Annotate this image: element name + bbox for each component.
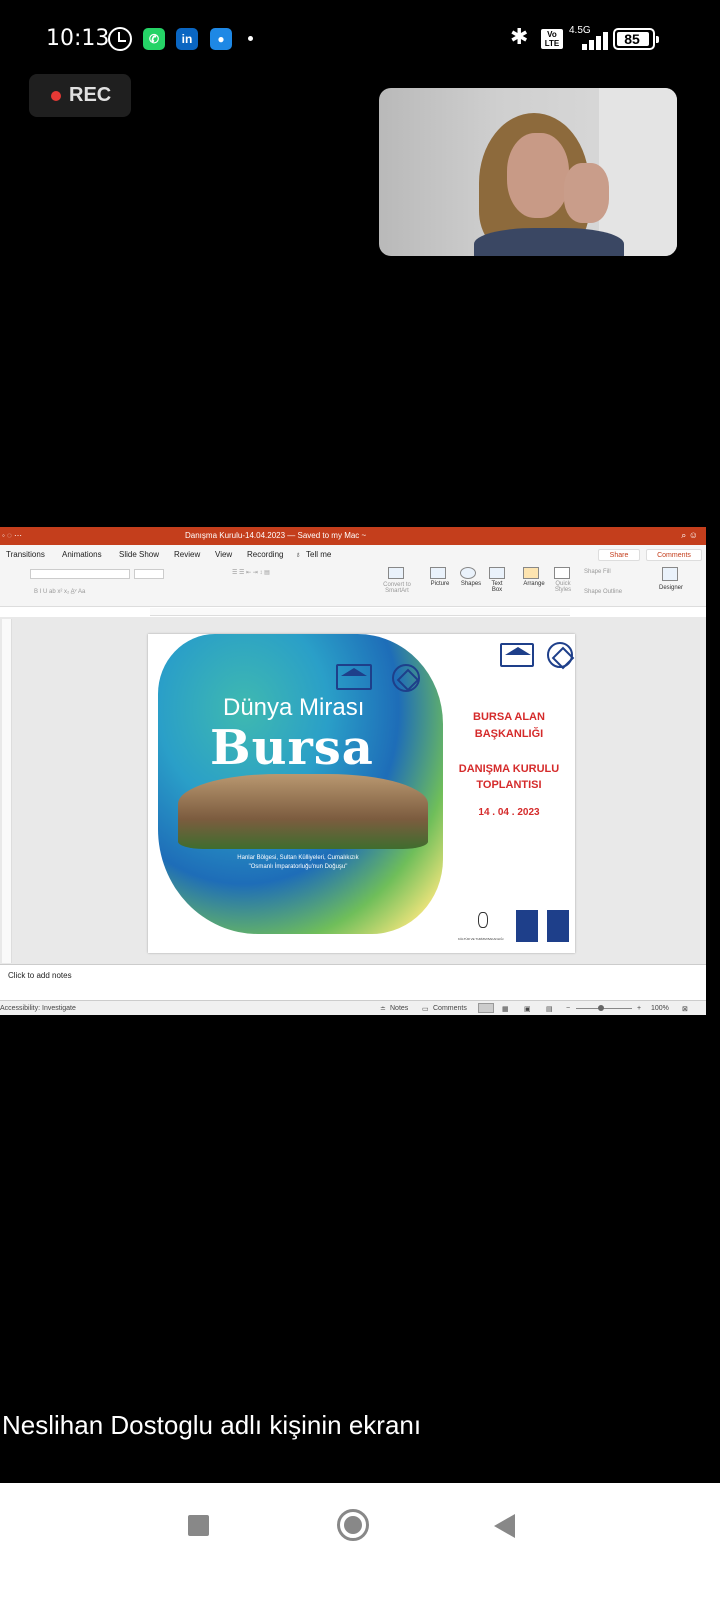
zoom-level[interactable]: 100%: [651, 1005, 669, 1012]
screen-share-caption: Neslihan Dostoglu adlı kişinin ekranı: [2, 1410, 422, 1440]
more-notifications-icon: [248, 36, 253, 41]
tab-view[interactable]: View: [215, 550, 232, 559]
slide[interactable]: Hanlar Bölgesi, Sultan Külliyeleri, Cuma…: [148, 634, 575, 953]
notes-placeholder: Click to add notes: [8, 971, 72, 980]
rec-indicator[interactable]: REC: [29, 74, 131, 117]
comments-toggle[interactable]: Comments: [433, 1005, 467, 1012]
window-controls-icon[interactable]: ◦ ◌ ⋯: [2, 531, 22, 540]
messenger-icon: ●: [210, 28, 232, 50]
bursa-municipality-logo-icon: [516, 910, 538, 942]
search-icon[interactable]: ⌕ ☺: [681, 530, 698, 541]
slide-date: 14 . 04 . 2023: [478, 807, 540, 818]
zoom-in-icon[interactable]: +: [637, 1005, 641, 1012]
ppt-status-bar: Accessibility: Investigate ≐ Notes ▭ Com…: [0, 1000, 706, 1015]
ministry-label: KÜLTÜR VE TURİZM BAKANLIĞI: [458, 937, 504, 941]
horizontal-ruler: [150, 608, 570, 616]
zoom-slider-handle[interactable]: [598, 1005, 604, 1011]
slide-subtitle: Hanlar Bölgesi, Sultan Külliyeleri, Cuma…: [237, 855, 359, 870]
tab-animations[interactable]: Animations: [62, 550, 102, 559]
tab-review[interactable]: Review: [174, 550, 200, 559]
designer-button[interactable]: Designer: [654, 585, 688, 591]
arrange-icon[interactable]: [523, 567, 539, 579]
picture-icon[interactable]: [430, 567, 446, 579]
ministry-logo-icon: [478, 912, 488, 928]
zoom-slider[interactable]: [576, 1008, 632, 1009]
shapes-button[interactable]: Shapes: [456, 581, 486, 587]
shared-screen-powerpoint: ◦ ◌ ⋯ Danışma Kurulu-14.04.2023 — Saved …: [0, 527, 706, 1015]
document-title: Danışma Kurulu-14.04.2023 — Saved to my …: [185, 531, 367, 540]
dunya-mirasi-title: Dünya Mirası: [223, 694, 365, 721]
bursa-city-illustration: [178, 774, 428, 849]
paragraph-buttons-icon[interactable]: ☰ ☰ ⇤ ⇥ ↕ ▤: [232, 569, 372, 576]
alarm-icon: [108, 27, 132, 51]
font-size-select[interactable]: [134, 569, 164, 579]
rec-label: REC: [69, 84, 112, 106]
slide-line-1: BURSA ALAN: [473, 711, 545, 723]
world-heritage-logo-icon: [392, 664, 420, 692]
shape-fill-button[interactable]: Shape Fill: [584, 569, 644, 575]
font-name-select[interactable]: [30, 569, 130, 579]
whatsapp-icon: ✆: [143, 28, 165, 50]
notes-icon: ≐: [380, 1006, 386, 1013]
share-button[interactable]: Share: [598, 549, 640, 561]
accessibility-status[interactable]: Accessibility: Investigate: [0, 1005, 76, 1012]
shapes-icon[interactable]: [460, 567, 476, 579]
unesco-logo-icon: [336, 664, 372, 690]
convert-smartart-button[interactable]: Convert to SmartArt: [376, 582, 418, 594]
comments-button[interactable]: Comments: [646, 549, 702, 561]
slide-line-3: DANIŞMA KURULU: [458, 763, 560, 775]
quick-styles-icon[interactable]: [554, 567, 570, 579]
shape-outline-button[interactable]: Shape Outline: [584, 589, 646, 595]
bursa-title: Bursa: [210, 720, 374, 776]
fit-slide-icon[interactable]: ⊠: [682, 1005, 688, 1013]
zoom-out-icon[interactable]: −: [566, 1005, 570, 1012]
notes-toggle[interactable]: Notes: [390, 1005, 408, 1012]
clock: 10:13: [46, 26, 110, 51]
vertical-ruler: [2, 619, 12, 963]
world-heritage-logo-small-icon: [547, 642, 573, 668]
notes-pane[interactable]: Click to add notes: [0, 964, 706, 1000]
tab-recording[interactable]: Recording: [247, 550, 283, 559]
format-buttons-icon[interactable]: B I U ab x² x₂ A̲ᵛ Aa: [34, 589, 144, 595]
linkedin-icon: in: [176, 28, 198, 50]
bluetooth-icon: ✱: [510, 24, 529, 49]
recent-apps-button[interactable]: [188, 1515, 209, 1536]
slide-line-4: TOPLANTISI: [476, 779, 542, 791]
volte-icon: Vo LTE: [541, 29, 563, 49]
quick-styles-button[interactable]: Quick Styles: [550, 581, 576, 593]
smartart-icon[interactable]: [388, 567, 404, 579]
lightbulb-icon: ♁: [295, 550, 301, 559]
tell-me[interactable]: Tell me: [306, 550, 331, 559]
home-button[interactable]: [337, 1509, 369, 1541]
unesco-logo-small-icon: [500, 643, 534, 667]
reading-view-icon[interactable]: ▣: [524, 1005, 531, 1013]
picture-button[interactable]: Picture: [426, 581, 454, 587]
ppt-title-bar: ◦ ◌ ⋯ Danışma Kurulu-14.04.2023 — Saved …: [0, 527, 706, 545]
participant-video[interactable]: [379, 88, 677, 256]
status-bar: 10:13 ✆ in ● ✱ Vo LTE 4.5G 85: [0, 0, 720, 80]
textbox-icon[interactable]: [489, 567, 505, 579]
slide-line-2: BAŞKANLIĞI: [474, 728, 544, 740]
slide-sorter-icon[interactable]: ▦: [502, 1005, 509, 1013]
slideshow-view-icon[interactable]: ▤: [546, 1005, 553, 1013]
battery-icon: 85: [613, 28, 659, 50]
record-dot-icon: [51, 90, 61, 101]
ribbon: B I U ab x² x₂ A̲ᵛ Aa ☰ ☰ ⇤ ⇥ ↕ ▤ Conver…: [0, 563, 706, 607]
tab-transitions[interactable]: Transitions: [6, 550, 45, 559]
arrange-button[interactable]: Arrange: [518, 581, 550, 587]
comments-icon: ▭: [422, 1006, 429, 1013]
navigation-bar: [0, 1483, 720, 1600]
heritage-site-logo-icon: [547, 910, 569, 942]
textbox-button[interactable]: Text Box: [486, 581, 508, 593]
tab-slide-show[interactable]: Slide Show: [119, 550, 159, 559]
signal-icon: [574, 30, 610, 50]
battery-level: 85: [624, 31, 640, 47]
designer-icon[interactable]: [662, 567, 678, 581]
back-button[interactable]: [494, 1514, 515, 1538]
normal-view-icon[interactable]: [478, 1003, 494, 1013]
